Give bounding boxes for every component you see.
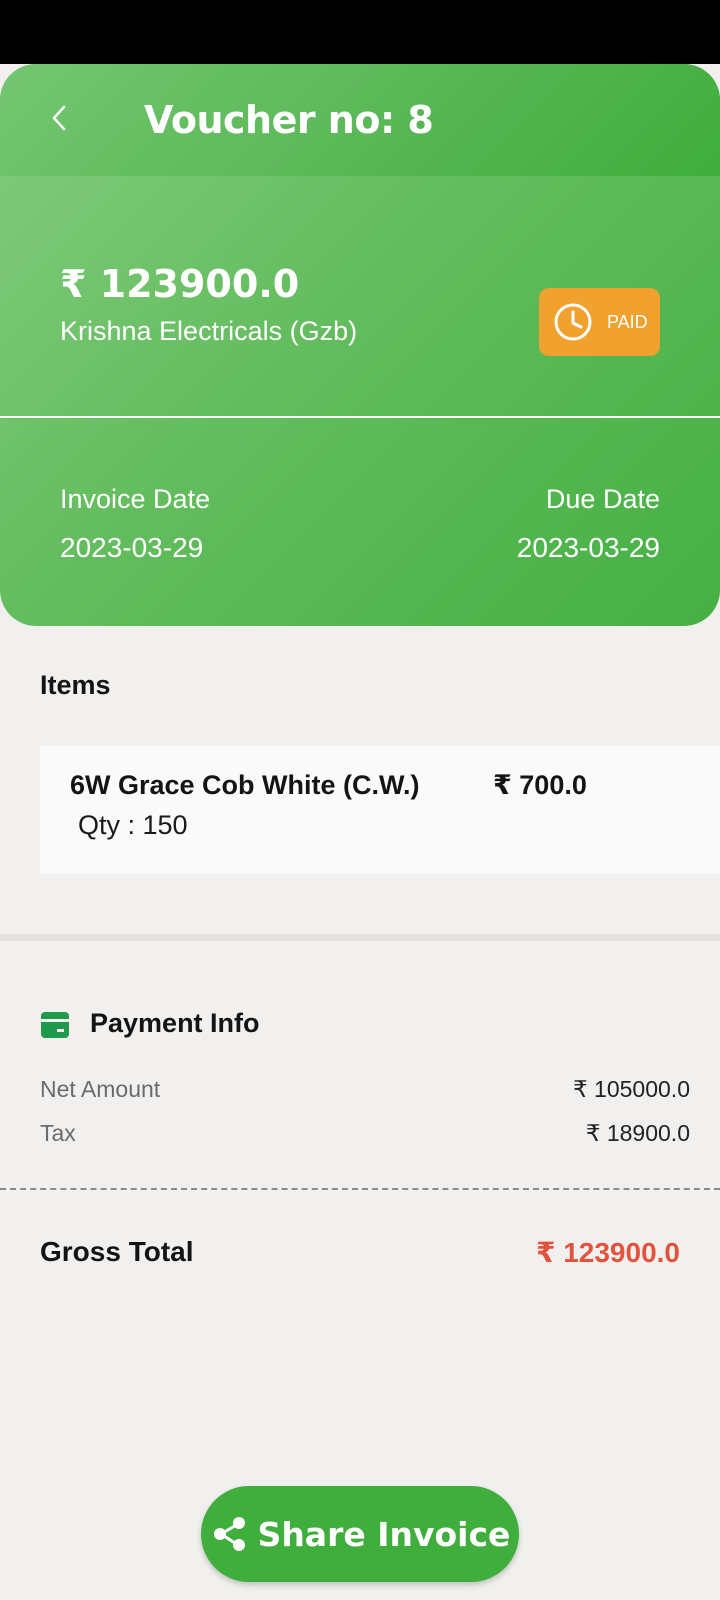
system-status-bar <box>0 0 720 64</box>
page-title: Voucher no: 8 <box>144 98 434 142</box>
card-icon <box>41 1012 69 1038</box>
share-invoice-button[interactable]: Share Invoice <box>201 1486 519 1582</box>
invoice-date-value: 2023-03-29 <box>60 532 204 563</box>
app-bar: Voucher no: 8 <box>0 64 720 176</box>
due-date-label: Due Date <box>545 484 660 514</box>
status-badge: PAID <box>539 288 660 356</box>
net-amount-label: Net Amount <box>40 1076 161 1102</box>
back-arrow-icon <box>52 105 66 131</box>
invoice-date-label: Invoice Date <box>60 484 211 514</box>
status-label: PAID <box>607 311 648 332</box>
tax-value: ₹ 18900.0 <box>585 1120 690 1146</box>
party-name: Krishna Electricals (Gzb) <box>60 316 358 346</box>
gross-total-value: ₹ 123900.0 <box>535 1237 680 1268</box>
item-quantity: Qty : 150 <box>78 810 188 840</box>
section-divider <box>0 934 720 941</box>
invoice-amount: ₹ 123900.0 <box>60 262 300 306</box>
share-icon <box>213 1517 245 1551</box>
item-price: ₹ 700.0 <box>493 770 587 800</box>
clock-icon <box>554 303 592 341</box>
list-item[interactable]: 6W Grace Cob White (C.W.) ₹ 700.0 Qty : … <box>40 746 720 874</box>
items-heading: Items <box>40 670 111 700</box>
invoice-header-card: Voucher no: 8 ₹ 123900.0 Krishna Electri… <box>0 64 720 626</box>
item-name: 6W Grace Cob White (C.W.) <box>70 770 420 800</box>
back-button[interactable] <box>40 98 80 138</box>
tax-label: Tax <box>40 1120 76 1146</box>
share-invoice-label: Share Invoice <box>257 1514 511 1554</box>
header-divider <box>0 416 720 418</box>
dashed-divider <box>0 1188 720 1190</box>
net-amount-value: ₹ 105000.0 <box>573 1076 690 1102</box>
due-date-value: 2023-03-29 <box>516 532 660 563</box>
payment-info-heading: Payment Info <box>90 1008 260 1038</box>
gross-total-label: Gross Total <box>40 1236 194 1267</box>
